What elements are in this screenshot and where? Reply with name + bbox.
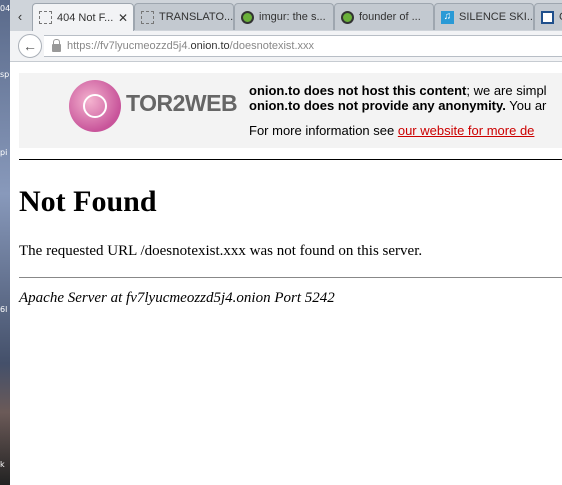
browser-window: ‹ 404 Not F... ✕ TRANSLATO... imgur: the… [10, 0, 562, 485]
dashed-page-icon [141, 10, 154, 24]
desktop-label: pi [0, 148, 8, 157]
url-path: /doesnotexist.xxx [229, 40, 315, 52]
dashed-page-icon [39, 11, 52, 24]
page-content: TOR2WEB onion.to does not host this cont… [10, 62, 562, 485]
tab-title: founder of ... [359, 11, 421, 23]
url-host: onion.to [190, 40, 230, 52]
divider [19, 277, 562, 278]
tab-strip: ‹ 404 Not F... ✕ TRANSLATO... imgur: the… [10, 0, 562, 31]
banner-line-3: For more information see our website for… [249, 123, 534, 138]
tab-title: SILENCE SKI... [459, 11, 534, 23]
desktop-label: sp [0, 70, 10, 79]
divider [19, 159, 562, 160]
tab-scroll-left-button[interactable]: ‹ [10, 3, 30, 30]
tab-404-not-found[interactable]: 404 Not F... ✕ [32, 3, 134, 31]
imgur-icon [241, 10, 254, 24]
banner-line-1-bold: onion.to does not host this content [249, 83, 467, 98]
tab-translator[interactable]: TRANSLATO... [134, 3, 234, 30]
music-note-icon: ♫ [441, 10, 454, 24]
page-title: Not Found [19, 185, 157, 218]
back-button[interactable]: ← [18, 34, 42, 58]
banner-line-3-text: For more information see [249, 123, 398, 138]
tab-silence[interactable]: ♫ SILENCE SKI... [434, 3, 534, 30]
banner-line-2: onion.to does not provide any anonymity.… [249, 98, 546, 113]
banner-line-1-rest: ; we are simpl [466, 83, 547, 98]
arrow-left-icon: ← [23, 38, 37, 54]
website-link[interactable]: our website for more de [398, 123, 535, 138]
desktop-label: 6l [0, 305, 8, 314]
banner-line-2-rest: You ar [505, 98, 547, 113]
tab-founder[interactable]: founder of ... [334, 3, 434, 30]
url-prefix: https://fv7lyucmeozzd5j4. [67, 40, 191, 52]
close-icon[interactable]: ✕ [118, 11, 128, 25]
tor2web-logo[interactable]: TOR2WEB [69, 80, 238, 140]
navigation-bar: ← https://fv7lyucmeozzd5j4. onion.to/does… [10, 31, 562, 62]
imgur-icon [341, 10, 354, 24]
desktop-label: 04 [0, 4, 11, 13]
banner-line-2-bold: onion.to does not provide any anonymity. [249, 98, 506, 113]
bracket-icon [541, 10, 554, 24]
desktop-label: k [0, 460, 5, 469]
tab-imgur[interactable]: imgur: the s... [234, 3, 334, 30]
logo-text: TOR2WEB [126, 90, 238, 116]
address-bar[interactable]: https://fv7lyucmeozzd5j4. onion.to/doesno… [44, 35, 562, 57]
tab-title: imgur: the s... [259, 11, 326, 23]
tab-title: 404 Not F... [57, 11, 114, 24]
globe-icon [69, 80, 121, 132]
error-message: The requested URL /doesnotexist.xxx was … [19, 243, 423, 259]
tor2web-banner: TOR2WEB onion.to does not host this cont… [19, 73, 562, 148]
tab-partial[interactable]: C [534, 3, 562, 30]
server-address: Apache Server at fv7lyucmeozzd5j4.onion … [19, 290, 335, 306]
desktop-edge: 04 sp pi 6l k [0, 0, 10, 485]
tab-title: TRANSLATO... [159, 11, 234, 23]
banner-line-1: onion.to does not host this content; we … [249, 83, 547, 98]
lock-icon [52, 39, 61, 52]
